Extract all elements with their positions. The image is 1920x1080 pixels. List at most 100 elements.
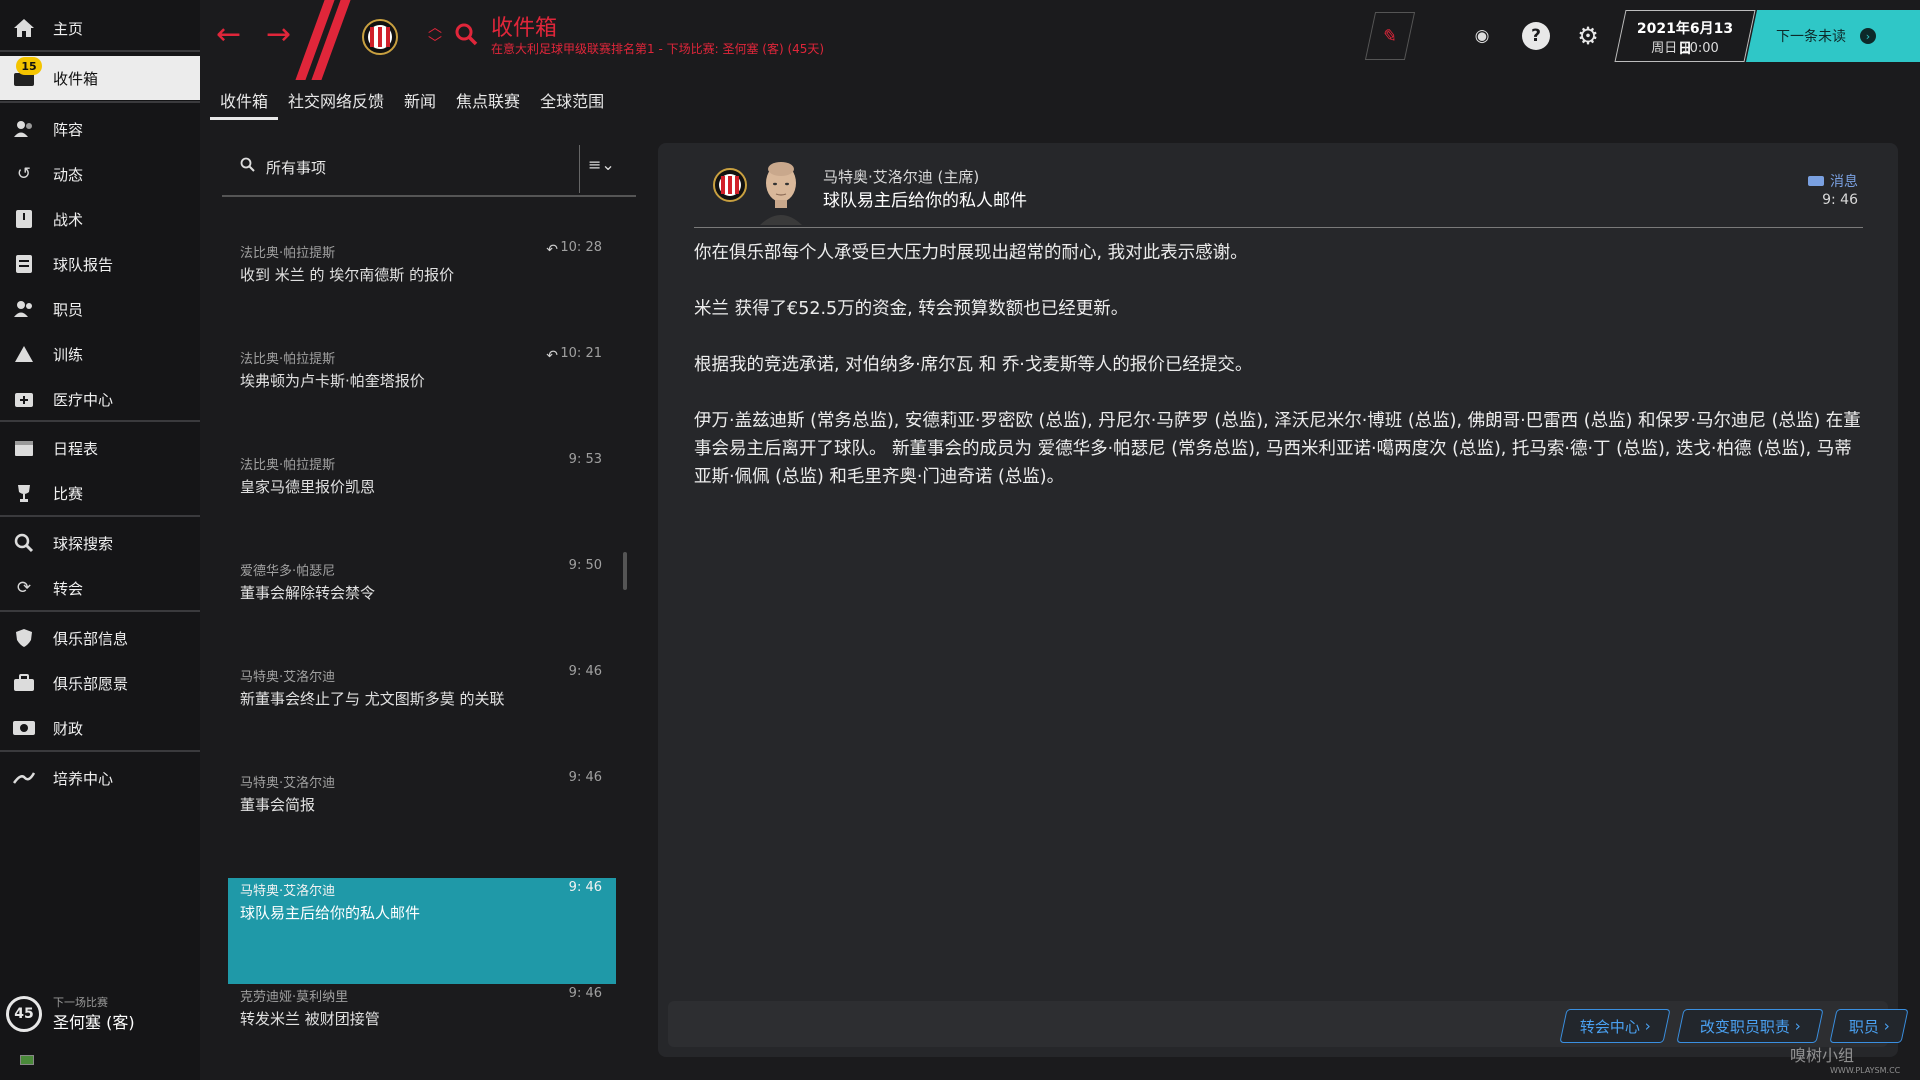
inbox-message[interactable]: 爱德华多·帕瑟尼 董事会解除转会禁令 9: 50 xyxy=(228,546,616,652)
sidebar-item-inbox[interactable]: 15 收件箱 xyxy=(0,56,200,100)
report-icon xyxy=(12,252,36,276)
sort-menu-icon[interactable]: ≡⌄ xyxy=(588,155,615,174)
gear-icon[interactable]: ⚙ xyxy=(1574,22,1602,50)
sidebar-item-home[interactable]: 主页 xyxy=(0,6,200,50)
inbox-message[interactable]: 法比奥·帕拉提斯 皇家马德里报价凯恩 9: 53 xyxy=(228,440,616,546)
inbox-filter-bar: 所有事项 ≡⌄ xyxy=(222,145,636,197)
message-subject: 皇家马德里报价凯恩 xyxy=(240,478,376,496)
next-unread-label-wrap[interactable]: 下一条未读 › xyxy=(1776,26,1876,46)
message-time: 9: 50 xyxy=(568,558,602,573)
next-unread-label: 下一条未读 xyxy=(1776,29,1846,45)
tab-focus-leagues[interactable]: 焦点联赛 xyxy=(446,84,530,118)
chevron-right-icon: › xyxy=(1789,1017,1801,1035)
message-sender: 马特奥·艾洛尔迪 xyxy=(240,884,336,899)
sidebar-item-label: 财政 xyxy=(53,719,84,738)
message-paragraph: 米兰 获得了€52.5万的资金, 转会预算数额也已经更新。 xyxy=(694,299,1129,319)
help-icon[interactable]: ? xyxy=(1522,22,1550,50)
sidebar-item-staff[interactable]: 职员 xyxy=(0,287,200,331)
back-arrow-icon[interactable]: ← xyxy=(216,20,241,50)
change-staff-roles-button[interactable]: 改变职员职责 › xyxy=(1676,1009,1824,1043)
staff-icon xyxy=(12,297,36,321)
chevron-up-icon[interactable]: ︿ xyxy=(428,21,442,35)
forward-arrow-icon[interactable]: → xyxy=(266,20,291,50)
sidebar-item-finances[interactable]: 财政 xyxy=(0,706,200,750)
inbox-tabs: 收件箱 社交网络反馈 新闻 焦点联赛 全球范围 xyxy=(210,84,614,120)
inbox-message[interactable]: 马特奥·艾洛尔迪 新董事会终止了与 尤文图斯多莫 的关联 9: 46 xyxy=(228,652,616,758)
button-label: 转会中心 xyxy=(1579,1017,1640,1036)
sidebar: 主页 15 收件箱 阵容 ↺ 动态 战术 球队报告 职员 训练 医疗中心 日程表… xyxy=(0,0,200,1080)
chevron-right-icon: › xyxy=(1639,1017,1651,1035)
search-icon[interactable] xyxy=(454,22,478,52)
tab-inbox[interactable]: 收件箱 xyxy=(210,84,279,120)
button-label: 改变职员职责 xyxy=(1699,1017,1790,1036)
transfer-centre-button[interactable]: 转会中心 › xyxy=(1559,1009,1671,1043)
reader-action-bar: 转会中心 › 改变职员职责 › 职员 › xyxy=(668,1001,1909,1047)
message-received-time: 9: 46 xyxy=(1822,192,1858,208)
message-subject: 埃弗顿为卢卡斯·帕奎塔报价 xyxy=(240,372,425,390)
message-subject: 董事会简报 xyxy=(240,796,316,814)
message-sender: 法比奥·帕拉提斯 xyxy=(240,352,336,367)
sidebar-item-club-vision[interactable]: 俱乐部愿景 xyxy=(0,661,200,705)
replied-icon: ↶ xyxy=(546,242,558,258)
sidebar-item-transfers[interactable]: ⟳ 转会 xyxy=(0,566,200,610)
money-icon xyxy=(12,716,36,740)
sidebar-item-label: 战术 xyxy=(53,210,84,229)
inbox-message[interactable]: 马特奥·艾洛尔迪 董事会简报 9: 46 xyxy=(228,758,616,864)
sidebar-item-training[interactable]: 训练 xyxy=(0,332,200,376)
chevron-down-icon[interactable]: ﹀ xyxy=(428,37,442,51)
filter-dropdown[interactable]: 所有事项 xyxy=(266,157,326,178)
sidebar-item-label: 医疗中心 xyxy=(53,390,114,409)
staff-button[interactable]: 职员 › xyxy=(1829,1009,1909,1043)
sidebar-item-club-info[interactable]: 俱乐部信息 xyxy=(0,616,200,660)
club-badge-icon[interactable] xyxy=(362,14,398,60)
sidebar-item-scouting[interactable]: 球探搜索 xyxy=(0,521,200,565)
message-sender: 法比奥·帕拉提斯 xyxy=(240,246,336,261)
current-time: 周日 10:00 xyxy=(1651,41,1719,56)
tab-global[interactable]: 全球范围 xyxy=(530,84,614,118)
message-body: 你在俱乐部每个人承受巨大压力时展现出超常的耐心, 我对此表示感谢。 米兰 获得了… xyxy=(694,239,1864,519)
watermark: 嗅树小组 WWW.PLAYSM.CC xyxy=(1790,1042,1900,1075)
unread-badge: 15 xyxy=(16,57,42,75)
message-paragraph: 伊万·盖兹迪斯 (常务总监), 安德莉亚·罗密欧 (总监), 丹尼尔·马萨罗 (… xyxy=(694,411,1861,487)
training-icon xyxy=(12,342,36,366)
message-subject: 新董事会终止了与 尤文图斯多莫 的关联 xyxy=(240,690,505,708)
avatar[interactable] xyxy=(758,159,804,225)
next-match-widget[interactable]: 45 下一场比赛 圣何塞 (客) xyxy=(6,990,196,1040)
message-reader: 马特奥·艾洛尔迪 (主席) 球队易主后给你的私人邮件 消息 9: 46 你在俱乐… xyxy=(658,143,1909,1057)
message-sender: 法比奥·帕拉提斯 xyxy=(240,458,336,473)
sidebar-item-development[interactable]: 培养中心 xyxy=(0,756,200,800)
home-icon xyxy=(12,16,36,40)
message-time: 9: 46 xyxy=(568,770,602,785)
sidebar-item-matches[interactable]: 比赛 xyxy=(0,471,200,515)
tab-social-feedback[interactable]: 社交网络反馈 xyxy=(278,84,394,118)
next-match-opponent: 圣何塞 (客) xyxy=(53,1013,135,1032)
sidebar-item-label: 俱乐部信息 xyxy=(53,629,129,648)
message-type-label: 消息 xyxy=(1830,174,1858,190)
top-header: ← → ︿ ﹀ 收件箱 在意大利足球甲级联赛排名第1 - 下场比赛: 圣何塞 (… xyxy=(200,0,1920,80)
sidebar-item-squad[interactable]: 阵容 xyxy=(0,107,200,151)
tactics-icon xyxy=(12,207,36,231)
message-from: 马特奥·艾洛尔迪 (主席) xyxy=(823,168,980,186)
sidebar-item-report[interactable]: 球队报告 xyxy=(0,242,200,286)
sidebar-item-label: 收件箱 xyxy=(53,69,99,88)
message-sender: 克劳迪娅·莫利纳里 xyxy=(240,990,349,1005)
edit-pen-icon[interactable]: ✎ xyxy=(1364,12,1416,60)
sidebar-item-label: 职员 xyxy=(53,300,84,319)
sidebar-item-medical[interactable]: 医疗中心 xyxy=(0,377,200,421)
inbox-message[interactable]: 克劳迪娅·莫利纳里 转发米兰 被财团接管 9: 46 xyxy=(228,984,616,1044)
page-title: 收件箱 xyxy=(491,16,558,41)
inbox-message[interactable]: 法比奥·帕拉提斯 埃弗顿为卢卡斯·帕奎塔报价 ↶ 10: 21 xyxy=(228,334,616,440)
football-icon[interactable]: ◉ xyxy=(1468,22,1496,50)
sidebar-item-label: 球队报告 xyxy=(53,255,114,274)
tab-news[interactable]: 新闻 xyxy=(394,84,446,118)
list-scrollbar[interactable] xyxy=(623,552,627,590)
sidebar-item-calendar[interactable]: 日程表 xyxy=(0,426,200,470)
inbox-message-selected[interactable]: 马特奥·艾洛尔迪 球队易主后给你的私人邮件 9: 46 xyxy=(228,878,616,984)
sidebar-item-tactics[interactable]: 战术 xyxy=(0,197,200,241)
inbox-message[interactable]: 法比奥·帕拉提斯 收到 米兰 的 埃尔南德斯 的报价 ↶ 10: 28 xyxy=(228,228,616,334)
development-icon xyxy=(12,766,36,790)
club-badge-icon xyxy=(713,168,747,202)
chevron-right-icon: › xyxy=(1860,28,1876,44)
sidebar-item-dynamics[interactable]: ↺ 动态 xyxy=(0,152,200,196)
message-type-tag[interactable]: 消息 xyxy=(1808,171,1858,191)
